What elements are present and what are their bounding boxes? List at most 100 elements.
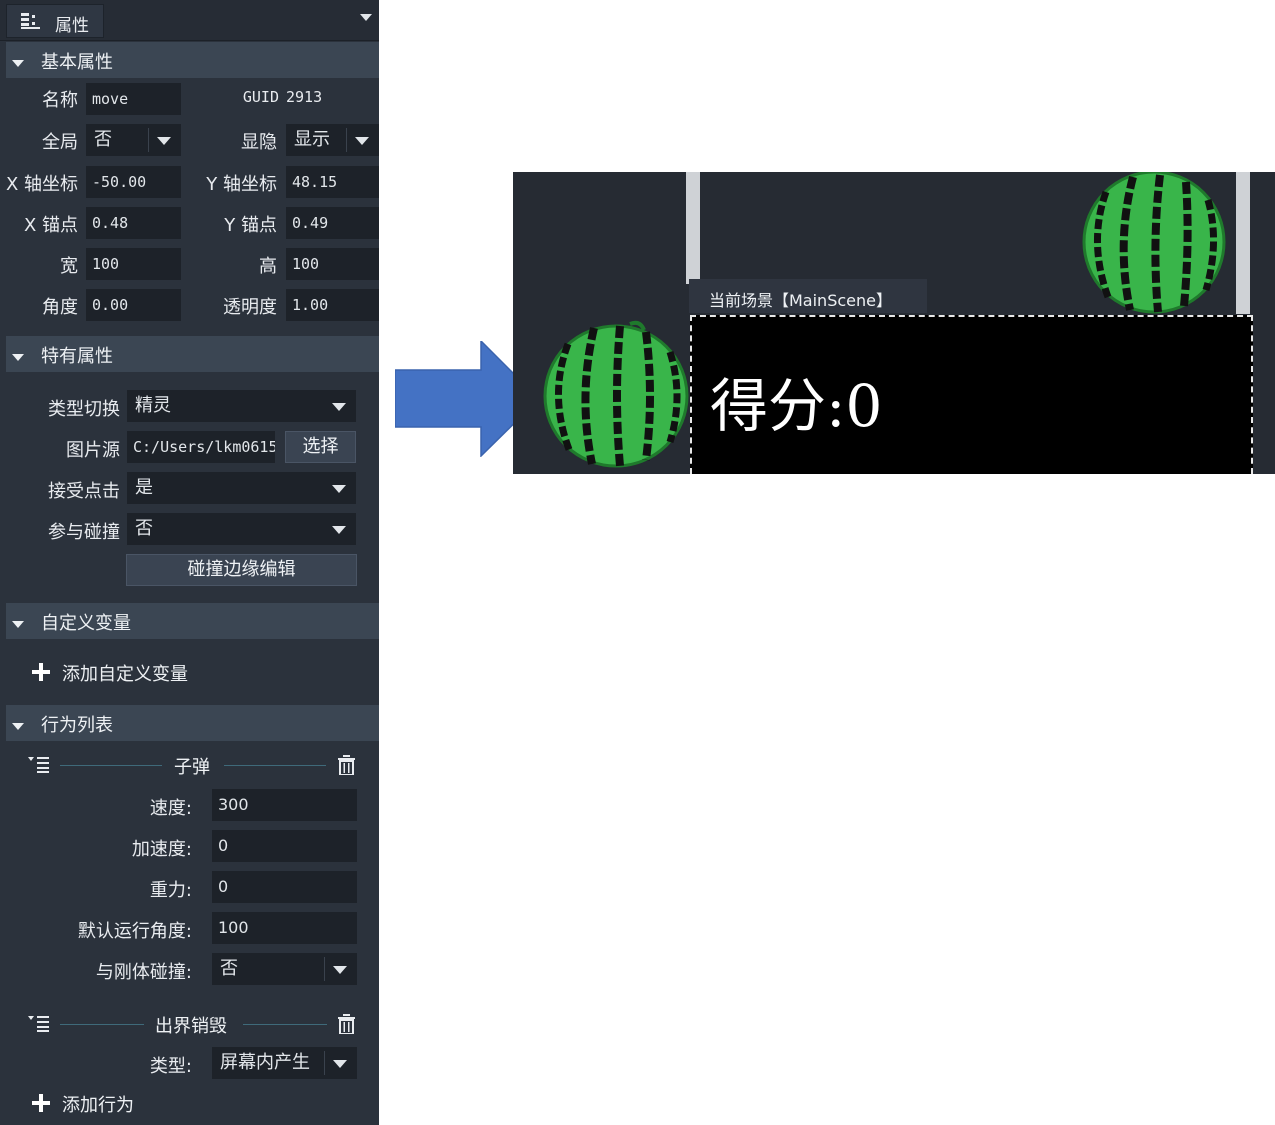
height-input[interactable]: 100: [286, 248, 379, 280]
pillar: [686, 172, 700, 284]
opacity-label: 透明度: [223, 297, 277, 318]
chevron-down-icon: [333, 966, 347, 974]
accept-click-select[interactable]: 是: [127, 472, 356, 504]
global-label: 全局: [42, 132, 78, 153]
properties-panel: 属性 基本属性 名称 move GUID 2913 全局 否 显隐 显示 X 轴…: [0, 0, 379, 1125]
rigid-collision-label: 与刚体碰撞:: [95, 962, 192, 983]
divider: [243, 1024, 327, 1025]
panel-titlebar: 属性: [0, 0, 379, 41]
x-coord-input[interactable]: -50.00: [86, 166, 181, 198]
guid-label: GUID: [242, 88, 279, 106]
global-value: 否: [94, 129, 112, 150]
trash-icon[interactable]: [338, 1014, 355, 1034]
divider: [346, 128, 347, 152]
gravity-label: 重力:: [149, 880, 192, 901]
destroy-type-value: 屏幕内产生: [220, 1052, 310, 1073]
name-label: 名称: [42, 90, 78, 111]
acceleration-input[interactable]: 0: [212, 830, 357, 862]
tab-properties[interactable]: 属性: [6, 4, 104, 38]
destroy-type-label: 类型:: [149, 1056, 192, 1077]
visibility-select[interactable]: 显示: [286, 124, 379, 156]
rigid-collision-select[interactable]: 否: [212, 953, 357, 985]
rigid-collision-value: 否: [220, 958, 238, 979]
image-source-label: 图片源: [66, 440, 120, 461]
section-behavior-list[interactable]: 行为列表: [6, 705, 379, 741]
trash-icon[interactable]: [338, 755, 355, 775]
height-label: 高: [259, 256, 277, 277]
collapse-caret-icon: [12, 621, 24, 628]
x-anchor-input[interactable]: 0.48: [86, 207, 181, 239]
behavior-title-out-of-bounds: 出界销毁: [155, 1016, 227, 1037]
chevron-down-icon: [332, 403, 346, 411]
choose-image-button[interactable]: 选择: [285, 431, 356, 463]
add-behavior-label: 添加行为: [62, 1095, 134, 1116]
default-angle-input[interactable]: 100: [212, 912, 357, 944]
section-special-properties[interactable]: 特有属性: [6, 336, 379, 372]
type-switch-select[interactable]: 精灵: [127, 390, 356, 422]
chevron-down-icon: [332, 526, 346, 534]
divider: [324, 957, 325, 981]
default-angle-label: 默认运行角度:: [77, 921, 192, 942]
accept-click-label: 接受点击: [48, 481, 120, 502]
pillar: [1236, 172, 1250, 314]
destroy-type-select[interactable]: 屏幕内产生: [212, 1047, 357, 1079]
section-title: 特有属性: [41, 346, 113, 367]
global-select[interactable]: 否: [86, 124, 181, 156]
divider: [60, 1024, 144, 1025]
guid-value: 2913: [286, 88, 323, 106]
collapse-list-icon[interactable]: [28, 1016, 50, 1032]
score-text: 得分:0: [710, 372, 883, 440]
name-input[interactable]: move: [86, 83, 181, 115]
angle-label: 角度: [42, 297, 78, 318]
gravity-input[interactable]: 0: [212, 871, 357, 903]
chevron-down-icon: [355, 137, 369, 145]
x-coord-label: X 轴坐标: [5, 174, 78, 195]
chevron-down-icon: [332, 485, 346, 493]
collapse-caret-icon: [12, 723, 24, 730]
game-canvas[interactable]: 得分:0: [690, 315, 1253, 474]
y-anchor-input[interactable]: 0.49: [286, 207, 379, 239]
opacity-input[interactable]: 1.00: [286, 289, 379, 321]
behavior-title-bullet: 子弹: [174, 757, 210, 778]
collision-label: 参与碰撞: [48, 522, 120, 543]
add-custom-variable-label: 添加自定义变量: [62, 664, 188, 685]
collision-select[interactable]: 否: [127, 513, 356, 545]
width-label: 宽: [60, 256, 78, 277]
section-title: 基本属性: [41, 52, 113, 73]
collapse-list-icon[interactable]: [28, 757, 50, 773]
watermelon-icon: [543, 320, 689, 468]
collapse-caret-icon: [12, 60, 24, 67]
plus-icon: [32, 663, 50, 681]
tab-current-scene[interactable]: 当前场景【MainScene】: [689, 279, 927, 313]
x-anchor-label: X 锚点: [23, 215, 78, 236]
y-coord-input[interactable]: 48.15: [286, 166, 379, 198]
y-coord-label: Y 轴坐标: [206, 174, 277, 195]
plus-icon: [32, 1094, 50, 1112]
type-switch-label: 类型切换: [48, 399, 120, 420]
image-source-input[interactable]: C:/Users/lkm0615: [127, 431, 275, 463]
width-input[interactable]: 100: [86, 248, 181, 280]
visibility-value: 显示: [294, 129, 330, 150]
type-switch-value: 精灵: [135, 395, 171, 416]
collision-value: 否: [135, 518, 153, 539]
properties-icon: [21, 13, 40, 29]
speed-input[interactable]: 300: [212, 789, 357, 821]
collapse-caret-icon: [12, 354, 24, 361]
accept-click-value: 是: [135, 477, 153, 498]
divider: [148, 128, 149, 152]
acceleration-label: 加速度:: [131, 839, 192, 860]
edit-collision-edge-button[interactable]: 碰撞边缘编辑: [126, 554, 357, 586]
scene-tab-label: 当前场景【MainScene】: [709, 291, 892, 310]
chevron-down-icon[interactable]: [360, 14, 372, 22]
section-custom-variables[interactable]: 自定义变量: [6, 603, 379, 639]
y-anchor-label: Y 锚点: [224, 215, 277, 236]
section-basic-properties[interactable]: 基本属性: [6, 42, 379, 78]
divider: [60, 765, 162, 766]
angle-input[interactable]: 0.00: [86, 289, 181, 321]
section-title: 行为列表: [41, 715, 113, 736]
visibility-label: 显隐: [241, 132, 277, 153]
chevron-down-icon: [157, 137, 171, 145]
watermelon-icon: [1082, 172, 1226, 314]
scene-preview: 当前场景【MainScene】 得分:0: [513, 172, 1275, 474]
section-title: 自定义变量: [41, 613, 131, 634]
